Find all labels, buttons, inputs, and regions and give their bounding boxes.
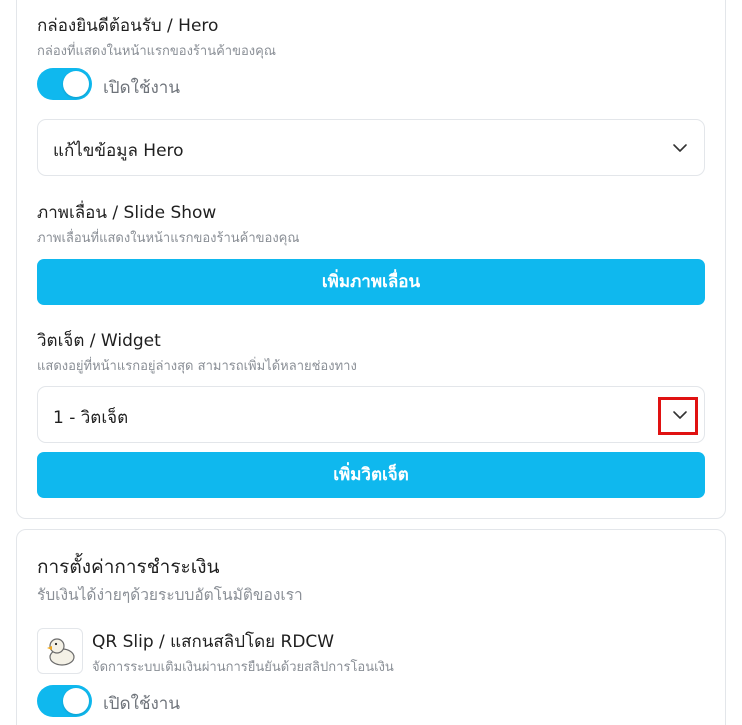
slideshow-title: ภาพเลื่อน / Slide Show — [37, 203, 217, 223]
add-widget-button[interactable]: เพิ่มวิตเจ็ต — [37, 452, 705, 498]
payment-enable-toggle[interactable] — [37, 685, 92, 717]
chevron-down-icon[interactable] — [671, 407, 689, 423]
payment-title: การตั้งค่าการชำระเงิน — [37, 556, 220, 578]
toggle-knob — [63, 71, 89, 97]
hero-edit-label: แก้ไขข้อมูล Hero — [53, 141, 184, 161]
chevron-down-icon[interactable] — [671, 140, 689, 156]
payment-subtitle: รับเงินได้ง่ายๆด้วยระบบอัตโนมัติของเรา — [37, 586, 303, 604]
widget-subtitle: แสดงอยู่ที่หน้าแรกอยู่ล่างสุด สามารถเพิ่… — [37, 359, 357, 374]
payment-toggle-label: เปิดใช้งาน — [103, 694, 180, 714]
hero-edit-accordion[interactable]: แก้ไขข้อมูล Hero — [37, 119, 705, 176]
widget-item-accordion[interactable]: 1 - วิตเจ็ต — [37, 386, 705, 443]
slideshow-subtitle: ภาพเลื่อนที่แสดงในหน้าแรกของร้านค้าของคุ… — [37, 231, 300, 246]
payment-method-name: QR Slip / แสกนสลิปโดย RDCW — [92, 632, 335, 652]
duck-logo-icon — [37, 628, 83, 674]
hero-title: กล่องยินดีต้อนรับ / Hero — [37, 16, 219, 36]
payment-method-description: จัดการระบบเติมเงินผ่านการยืนยันด้วยสลิปก… — [92, 660, 394, 675]
hero-toggle-label: เปิดใช้งาน — [103, 78, 180, 98]
hero-subtitle: กล่องที่แสดงในหน้าแรกของร้านค้าของคุณ — [37, 44, 276, 59]
widget-title: วิตเจ็ต / Widget — [37, 331, 161, 351]
hero-enable-toggle[interactable] — [37, 68, 92, 100]
add-slideshow-button[interactable]: เพิ่มภาพเลื่อน — [37, 259, 705, 305]
widget-item-label: 1 - วิตเจ็ต — [53, 408, 129, 428]
toggle-knob — [63, 688, 89, 714]
